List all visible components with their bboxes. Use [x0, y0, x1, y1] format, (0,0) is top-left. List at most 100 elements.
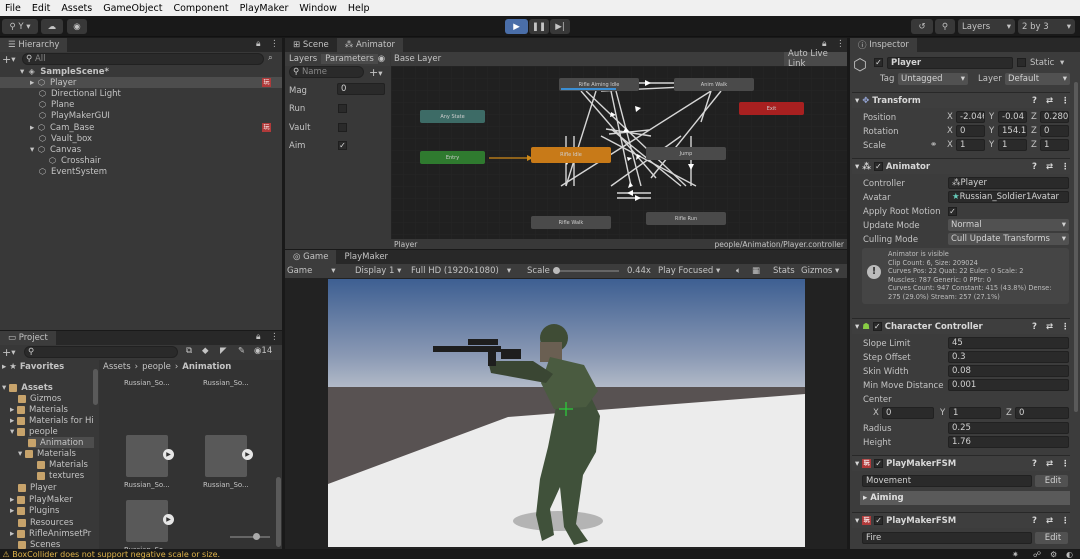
display-dropdown[interactable]: Display 1 ▾: [355, 266, 401, 276]
mute-audio-icon[interactable]: 🔈︎: [736, 266, 741, 276]
asset-scrollbar[interactable]: [276, 477, 281, 547]
radius-field[interactable]: 0.25: [948, 422, 1069, 434]
character-controller-header[interactable]: ▾ ☗ ✓ Character Controller? ⇄ ⋮: [852, 318, 1070, 334]
visibility-count[interactable]: ◉ 14: [254, 346, 272, 356]
menu-dots-icon[interactable]: ⋮: [270, 39, 279, 49]
project-tree-playmaker[interactable]: ▸ PlayMaker: [10, 494, 73, 505]
fsm-enabled-checkbox[interactable]: ✓: [874, 459, 884, 468]
hierarchy-item-playmakergui[interactable]: ⬡ PlayMakerGUI: [38, 110, 110, 121]
chevron-down-icon[interactable]: ▾: [1060, 58, 1064, 68]
avatar-field[interactable]: ★ Russian_Soldier1Avatar: [948, 191, 1069, 203]
layout-dropdown[interactable]: 2 by 3 ▾: [1018, 19, 1075, 34]
preset-icon[interactable]: ⇄: [1046, 516, 1053, 526]
menu-gameobject[interactable]: GameObject: [98, 3, 168, 14]
step-button[interactable]: ▶|: [550, 19, 570, 34]
culling-mode-dropdown[interactable]: Cull Update Transforms ▾: [948, 233, 1069, 245]
state-exit[interactable]: Exit: [739, 102, 804, 115]
stats-button[interactable]: Stats: [773, 266, 795, 276]
transform-header[interactable]: ▾ ✥ Transform? ⇄ ⋮: [852, 92, 1070, 108]
fsm2-enabled-checkbox[interactable]: ✓: [874, 516, 884, 525]
play-button[interactable]: ▶: [505, 19, 528, 34]
controller-field[interactable]: ⁂ Player: [948, 177, 1069, 189]
static-checkbox[interactable]: [1017, 58, 1026, 67]
update-mode-dropdown[interactable]: Normal ▾: [948, 219, 1069, 231]
breadcrumb-animation[interactable]: Animation: [182, 362, 231, 372]
base-layer-breadcrumb[interactable]: Base Layer: [391, 54, 441, 64]
filter-type-icon[interactable]: ⧉: [186, 346, 192, 356]
preset-icon[interactable]: ⇄: [1046, 96, 1053, 106]
rotation-y-field[interactable]: 154.1İ: [998, 125, 1027, 137]
scene-item[interactable]: ▾ ◈ SampleScene*: [20, 66, 109, 77]
scale-x-field[interactable]: 1: [956, 139, 985, 151]
lock-icon[interactable]: 🔒︎: [822, 39, 827, 49]
menu-dots-icon[interactable]: ⋮: [1061, 162, 1070, 172]
menu-assets[interactable]: Assets: [56, 3, 98, 14]
project-tree-textures[interactable]: textures: [37, 470, 84, 481]
tree-scrollbar[interactable]: [93, 369, 98, 405]
pause-button[interactable]: ❚❚: [529, 19, 549, 34]
position-z-field[interactable]: 0.280: [1040, 111, 1069, 123]
animator-component-header[interactable]: ▾ ⁂ ✓ Animator? ⇄ ⋮: [852, 158, 1070, 174]
help-icon[interactable]: ?: [1032, 96, 1037, 106]
position-x-field[interactable]: -2.046: [956, 111, 985, 123]
play-preview-icon[interactable]: ▶: [163, 449, 174, 460]
project-tree-animation[interactable]: Animation: [28, 437, 94, 448]
lock-icon[interactable]: 🔒︎: [256, 332, 261, 342]
step-offset-field[interactable]: 0.3: [948, 351, 1069, 363]
asset-thumbnail[interactable]: [126, 435, 168, 477]
fsm-name-field[interactable]: Movement: [862, 475, 1032, 487]
hidden-packages-icon[interactable]: ✎: [238, 346, 245, 356]
project-tree-player[interactable]: Player: [18, 482, 56, 493]
filter-label-icon[interactable]: ◆: [202, 346, 209, 356]
tab-project[interactable]: ▭ Project: [0, 331, 56, 345]
play-preview-icon[interactable]: ▶: [242, 449, 253, 460]
help-icon[interactable]: ?: [1032, 459, 1037, 469]
scale-y-field[interactable]: 1: [998, 139, 1027, 151]
scale-slider[interactable]: [555, 270, 619, 272]
scale-slider-handle[interactable]: [553, 267, 560, 274]
hierarchy-search-input[interactable]: ⚲ All: [22, 53, 264, 65]
center-x-field[interactable]: 0: [882, 407, 934, 419]
param-vault-checkbox[interactable]: [338, 123, 347, 132]
zoom-slider-handle[interactable]: [253, 533, 260, 540]
project-tree-materials-hi[interactable]: ▸ Materials for Hi: [10, 415, 94, 426]
menu-edit[interactable]: Edit: [27, 3, 56, 14]
hierarchy-item-plane[interactable]: ⬡ Plane: [38, 99, 74, 110]
animator-enabled-checkbox[interactable]: ✓: [873, 162, 883, 171]
scale-z-field[interactable]: 1: [1040, 139, 1069, 151]
project-tree-materials-sub[interactable]: ▾ Materials: [18, 448, 76, 459]
create-button[interactable]: + ▾: [2, 53, 16, 66]
tab-inspector[interactable]: ⓘ Inspector: [850, 38, 917, 52]
preset-icon[interactable]: ⇄: [1046, 459, 1053, 469]
play-preview-icon[interactable]: ▶: [163, 514, 174, 525]
add-parameter-button[interactable]: +▾: [369, 66, 383, 79]
menu-dots-icon[interactable]: ⋮: [836, 39, 845, 49]
menu-component[interactable]: Component: [168, 3, 234, 14]
state-rifle-idle[interactable]: Rifle Idle: [531, 147, 611, 163]
subtab-layers[interactable]: Layers: [285, 54, 321, 64]
tab-playmaker[interactable]: PlayMaker: [336, 250, 396, 264]
menu-file[interactable]: File: [0, 3, 27, 14]
link-scale-icon[interactable]: ⚭: [930, 140, 937, 150]
help-icon[interactable]: ?: [1032, 516, 1037, 526]
breadcrumb-people[interactable]: people: [142, 362, 171, 372]
skin-width-field[interactable]: 0.08: [948, 365, 1069, 377]
play-focused-dropdown[interactable]: Play Focused ▾: [658, 266, 720, 276]
inspector-scrollbar[interactable]: [1074, 82, 1078, 412]
project-tree-materials-sub2[interactable]: Materials: [37, 459, 88, 470]
resolution-dropdown[interactable]: Full HD (1920x1080) ▾: [411, 266, 511, 276]
search-filter-icon[interactable]: ⌕: [268, 53, 273, 63]
playmakerfsm-header[interactable]: ▾ 玩 ✓ PlayMakerFSM? ⇄ ⋮: [852, 455, 1070, 471]
tab-hierarchy[interactable]: ☰ Hierarchy: [0, 38, 68, 52]
rotation-z-field[interactable]: 0: [1040, 125, 1069, 137]
history-button[interactable]: ↺: [911, 19, 933, 34]
search-button[interactable]: ⚲: [935, 19, 955, 34]
layer-dropdown[interactable]: Default ▾: [1005, 73, 1070, 85]
height-field[interactable]: 1.76: [948, 436, 1069, 448]
game-mode-dropdown[interactable]: Game ▾: [287, 266, 336, 276]
tab-scene[interactable]: ⊞ Scene: [285, 38, 337, 52]
hierarchy-item-canvas[interactable]: ▾ ⬡ Canvas: [30, 144, 81, 155]
rotation-x-field[interactable]: 0: [956, 125, 985, 137]
hierarchy-item-vaultbox[interactable]: ⬡ Vault_box: [38, 133, 92, 144]
project-tree-rifleanimset[interactable]: ▸ RifleAnimsetPr: [10, 528, 91, 539]
